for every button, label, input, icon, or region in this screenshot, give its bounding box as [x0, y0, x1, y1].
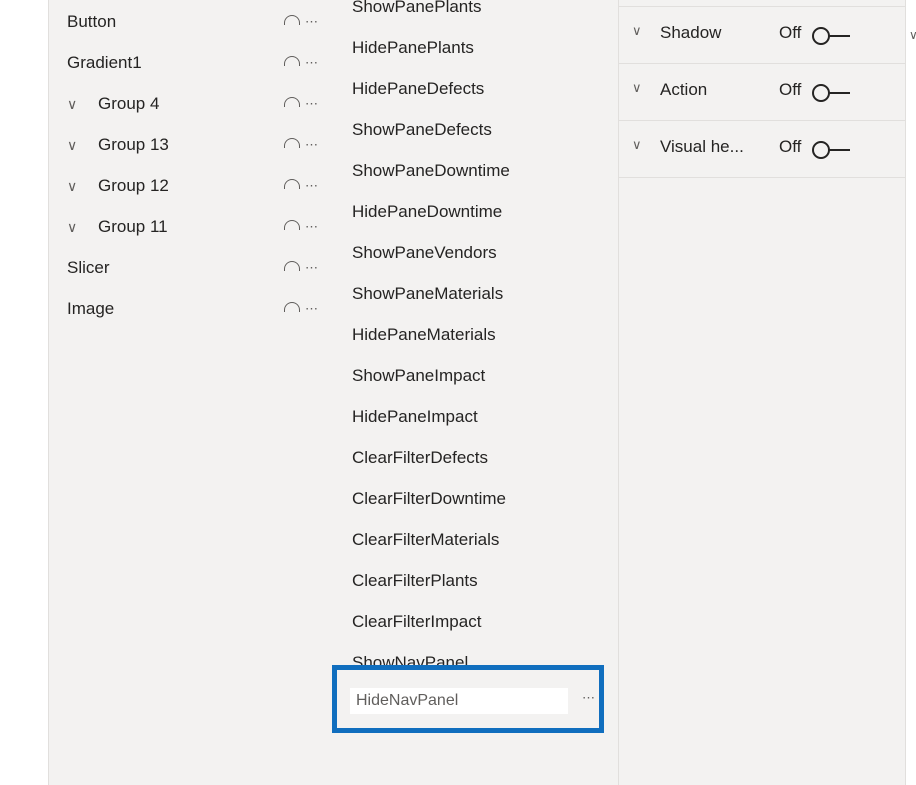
chevron-down-icon[interactable]: ∨ — [67, 212, 77, 242]
bookmark-item[interactable]: ShowPaneImpact — [352, 361, 485, 391]
chevron-down-icon[interactable]: ∨ — [632, 137, 642, 153]
toggle-switch[interactable] — [812, 84, 858, 102]
layer-item[interactable]: Button ⋯ — [67, 7, 319, 37]
layer-item[interactable]: ∨ Group 11 ⋯ — [67, 212, 319, 242]
more-options-icon[interactable]: ⋯ — [305, 178, 319, 193]
layer-item[interactable]: Gradient1 ⋯ — [67, 48, 319, 78]
toggle-state: Off — [779, 80, 802, 99]
section-label: Shadow — [660, 23, 722, 42]
bookmark-item[interactable]: ClearFilterDowntime — [352, 484, 506, 514]
eye-icon[interactable] — [284, 56, 301, 66]
eye-icon[interactable] — [284, 15, 301, 25]
more-options-icon[interactable]: ⋯ — [305, 260, 319, 275]
selection-pane: Button ⋯ Gradient1 ⋯ ∨ Group 4 ⋯ ∨ Group 13 ⋯… — [48, 0, 335, 785]
more-options-icon[interactable]: ⋯ — [305, 96, 319, 111]
bookmark-item[interactable]: ShowPaneDowntime — [352, 156, 510, 186]
section-label: Visual he... — [660, 137, 744, 156]
bookmark-item[interactable]: HidePaneImpact — [352, 402, 478, 432]
eye-icon[interactable] — [284, 97, 301, 107]
eye-icon[interactable] — [284, 220, 301, 230]
layer-label: Image — [67, 299, 115, 318]
chevron-down-icon[interactable]: ∨ — [632, 23, 642, 39]
bookmark-item[interactable]: ClearFilterMaterials — [352, 525, 499, 555]
layer-item[interactable]: ∨ Group 13 ⋯ — [67, 130, 319, 160]
layer-label: Group 4 — [98, 94, 160, 113]
format-section[interactable]: ∨ Shadow Off — [619, 7, 905, 64]
toggle-switch[interactable] — [812, 27, 858, 45]
bookmark-rename-highlight: ⋯ — [332, 665, 604, 733]
chevron-down-icon[interactable]: ∨ — [632, 80, 642, 96]
bookmark-item[interactable]: HidePaneDowntime — [352, 197, 502, 227]
format-section[interactable]: ∨ Visual he... Off — [619, 121, 905, 178]
chevron-down-icon[interactable]: ∨ — [67, 171, 77, 201]
chevron-down-icon[interactable]: ∨ — [909, 28, 916, 42]
bookmark-item[interactable]: ShowPaneMaterials — [352, 279, 503, 309]
layer-label: Button — [67, 12, 117, 31]
bookmark-item[interactable]: HidePaneDefects — [352, 74, 484, 104]
eye-icon[interactable] — [284, 138, 301, 148]
toggle-state: Off — [779, 137, 802, 156]
bookmark-item[interactable]: ShowPanePlants — [352, 0, 481, 22]
section-label: Action — [660, 80, 708, 99]
chevron-down-icon[interactable]: ∨ — [67, 89, 77, 119]
layer-item[interactable]: Slicer ⋯ — [67, 253, 319, 283]
format-section[interactable]: ∨ Action Off — [619, 64, 905, 121]
eye-icon[interactable] — [284, 302, 301, 312]
chevron-down-icon[interactable]: ∨ — [67, 130, 77, 160]
layer-label: Slicer — [67, 258, 110, 277]
layer-label: Gradient1 — [67, 53, 142, 72]
bookmark-item[interactable]: ClearFilterDefects — [352, 443, 488, 473]
more-options-icon[interactable]: ⋯ — [305, 55, 319, 70]
bookmark-item[interactable]: ClearFilterPlants — [352, 566, 478, 596]
layer-item[interactable]: ∨ Group 12 ⋯ — [67, 171, 319, 201]
layer-item[interactable]: ∨ Group 4 ⋯ — [67, 89, 319, 119]
layer-item[interactable]: Image ⋯ — [67, 294, 319, 324]
more-options-icon[interactable]: ⋯ — [305, 301, 319, 316]
toggle-switch[interactable] — [812, 141, 858, 159]
format-pane: ∨ Shadow Off ∨ Action Off ∨ Visual he... Off — [619, 0, 906, 785]
more-options-icon[interactable]: ⋯ — [582, 690, 595, 706]
bookmark-item[interactable]: HidePaneMaterials — [352, 320, 496, 350]
bookmark-name-input[interactable] — [350, 688, 568, 714]
toggle-state: Off — [779, 23, 802, 42]
more-options-icon[interactable]: ⋯ — [305, 219, 319, 234]
layer-label: Group 11 — [98, 217, 168, 236]
layer-label: Group 12 — [98, 176, 169, 195]
bookmark-item[interactable]: ShowPaneDefects — [352, 115, 492, 145]
bookmark-item[interactable]: HidePanePlants — [352, 33, 474, 63]
bookmark-item[interactable]: ShowPaneVendors — [352, 238, 497, 268]
more-options-icon[interactable]: ⋯ — [305, 14, 319, 29]
more-options-icon[interactable]: ⋯ — [305, 137, 319, 152]
eye-icon[interactable] — [284, 179, 301, 189]
eye-icon[interactable] — [284, 261, 301, 271]
bookmark-item[interactable]: ClearFilterImpact — [352, 607, 481, 637]
layer-label: Group 13 — [98, 135, 169, 154]
